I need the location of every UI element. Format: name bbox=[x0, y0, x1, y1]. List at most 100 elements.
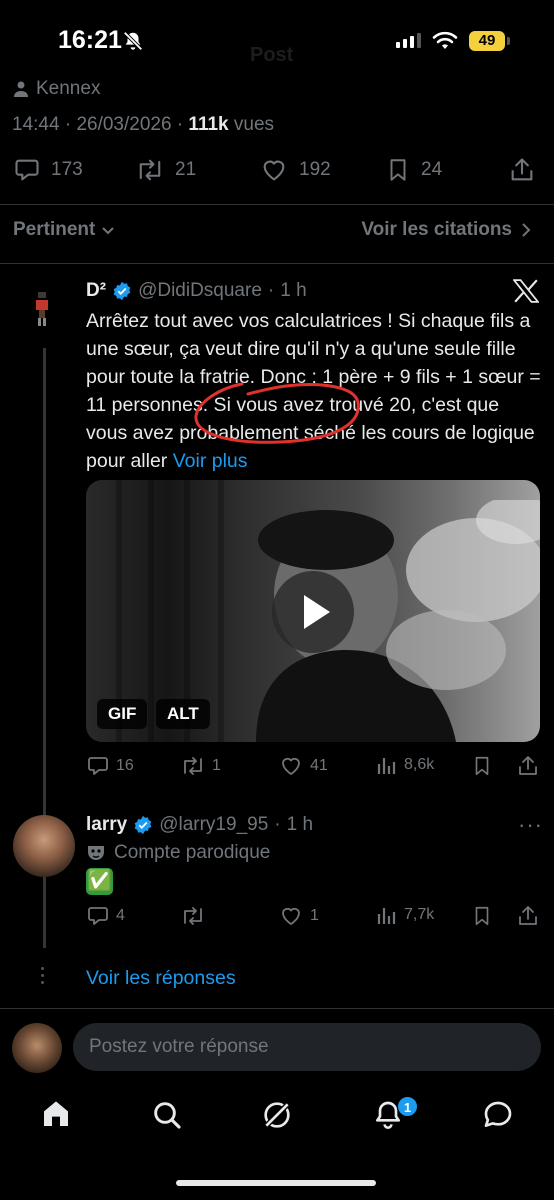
reply-actions: 16 1 41 8,6k bbox=[86, 754, 542, 784]
bookmark-icon bbox=[475, 756, 489, 776]
reply-age: 1 h bbox=[280, 280, 307, 301]
share-icon bbox=[511, 158, 533, 181]
wifi-icon bbox=[432, 31, 458, 51]
bookmark-button[interactable] bbox=[471, 904, 493, 928]
person-icon bbox=[14, 81, 28, 97]
like-count: 1 bbox=[310, 907, 319, 924]
tab-grok[interactable] bbox=[261, 1099, 293, 1131]
reply-count: 4 bbox=[116, 907, 125, 924]
reply-input[interactable] bbox=[73, 1023, 541, 1071]
reply-button[interactable]: 4 bbox=[86, 904, 125, 928]
reply-header: D² @DidiDsquare · 1 h bbox=[86, 280, 307, 302]
reply-icon bbox=[15, 159, 39, 181]
repost-icon bbox=[139, 159, 161, 181]
post-author-name: Kennex bbox=[36, 78, 101, 99]
play-icon bbox=[304, 595, 330, 629]
chevron-down-icon bbox=[102, 227, 115, 235]
bookmark-icon bbox=[475, 906, 489, 926]
verified-icon bbox=[113, 281, 131, 301]
current-user-avatar[interactable] bbox=[12, 1023, 62, 1073]
repost-button[interactable] bbox=[180, 904, 206, 928]
reply-button[interactable]: 16 bbox=[86, 754, 134, 778]
separator-dot: · bbox=[267, 280, 275, 301]
share-icon bbox=[519, 756, 537, 775]
post-stats: 173 21 192 24 bbox=[0, 156, 554, 192]
bookmark-button[interactable] bbox=[471, 754, 493, 778]
thread-continuation-dots bbox=[41, 967, 44, 984]
divider bbox=[0, 263, 554, 264]
parody-label: Compte parodique bbox=[86, 842, 270, 864]
repost-count: 21 bbox=[175, 159, 197, 180]
battery-tip bbox=[507, 37, 510, 45]
analytics-icon bbox=[377, 758, 396, 774]
repost-button[interactable]: 1 bbox=[180, 754, 221, 778]
mask-icon bbox=[88, 846, 104, 860]
reply-icon bbox=[88, 907, 108, 925]
repost-count: 1 bbox=[212, 757, 221, 774]
page-title: Post bbox=[250, 44, 294, 66]
divider bbox=[0, 1008, 554, 1009]
analytics-icon bbox=[377, 908, 396, 924]
share-button[interactable] bbox=[516, 904, 540, 928]
status-time: 16:21 bbox=[58, 26, 122, 54]
view-citations-link[interactable]: Voir les citations bbox=[361, 219, 532, 241]
reply-count: 173 bbox=[51, 159, 83, 180]
sort-label: Pertinent bbox=[13, 219, 96, 240]
alt-badge[interactable]: ALT bbox=[156, 699, 210, 729]
chat-bubble-icon bbox=[484, 1101, 512, 1127]
views-count: 8,6k bbox=[404, 756, 435, 773]
post-date: 26/03/2026 bbox=[76, 114, 172, 135]
separator-dot: · bbox=[274, 814, 281, 835]
post-views-count: 111k bbox=[188, 114, 229, 135]
search-icon bbox=[154, 1102, 181, 1129]
post-time: 14:44 bbox=[12, 114, 60, 135]
repost-icon bbox=[184, 907, 202, 925]
views-button[interactable]: 8,6k bbox=[376, 754, 434, 776]
citations-label: Voir les citations bbox=[361, 219, 512, 240]
user-handle[interactable]: @larry19_95 bbox=[159, 814, 268, 836]
more-options-icon[interactable]: ··· bbox=[518, 812, 543, 838]
play-button[interactable] bbox=[272, 571, 354, 653]
divider bbox=[0, 204, 554, 205]
reply-count: 16 bbox=[116, 757, 134, 774]
like-button[interactable]: 192 bbox=[259, 156, 331, 184]
like-count: 41 bbox=[310, 757, 328, 774]
heart-icon bbox=[282, 757, 300, 775]
tab-messages[interactable] bbox=[482, 1099, 514, 1131]
share-button[interactable] bbox=[516, 754, 540, 778]
avatar[interactable] bbox=[13, 815, 75, 877]
reply-button[interactable]: 173 bbox=[13, 156, 83, 184]
reply-header: larry @larry19_95 · 1 h bbox=[86, 814, 313, 836]
home-icon bbox=[44, 1101, 68, 1126]
bookmark-icon bbox=[390, 159, 406, 181]
gif-badge: GIF bbox=[97, 699, 148, 729]
grok-icon bbox=[264, 1102, 290, 1128]
user-name[interactable]: larry bbox=[86, 814, 127, 836]
like-button[interactable]: 1 bbox=[278, 904, 319, 928]
sort-dropdown[interactable]: Pertinent bbox=[13, 219, 115, 241]
avatar[interactable] bbox=[30, 288, 54, 332]
share-button[interactable] bbox=[508, 156, 536, 184]
tab-search[interactable] bbox=[151, 1099, 183, 1131]
user-name[interactable]: D² bbox=[86, 280, 106, 302]
x-logo-icon bbox=[513, 279, 539, 303]
media-figure bbox=[256, 500, 540, 742]
post-meta: 14:44 · 26/03/2026 · 111k vues bbox=[12, 114, 275, 135]
user-handle[interactable]: @DidiDsquare bbox=[138, 280, 262, 302]
signal-icon bbox=[396, 33, 421, 48]
bookmark-button[interactable]: 24 bbox=[385, 156, 442, 184]
tab-home[interactable] bbox=[40, 1098, 72, 1130]
view-replies-link[interactable]: Voir les réponses bbox=[86, 967, 236, 990]
parody-text: Compte parodique bbox=[114, 842, 271, 863]
notification-badge: 1 bbox=[397, 1096, 418, 1117]
bell-off-icon bbox=[122, 30, 144, 52]
verified-icon bbox=[134, 815, 152, 835]
heart-icon bbox=[263, 160, 285, 181]
home-indicator bbox=[176, 1180, 376, 1186]
views-button[interactable]: 7,7k bbox=[376, 904, 434, 926]
post-author[interactable]: Kennex bbox=[14, 78, 100, 100]
heart-icon bbox=[282, 907, 300, 925]
repost-button[interactable]: 21 bbox=[135, 156, 196, 184]
like-button[interactable]: 41 bbox=[278, 754, 328, 778]
annotation-circle bbox=[194, 382, 360, 444]
